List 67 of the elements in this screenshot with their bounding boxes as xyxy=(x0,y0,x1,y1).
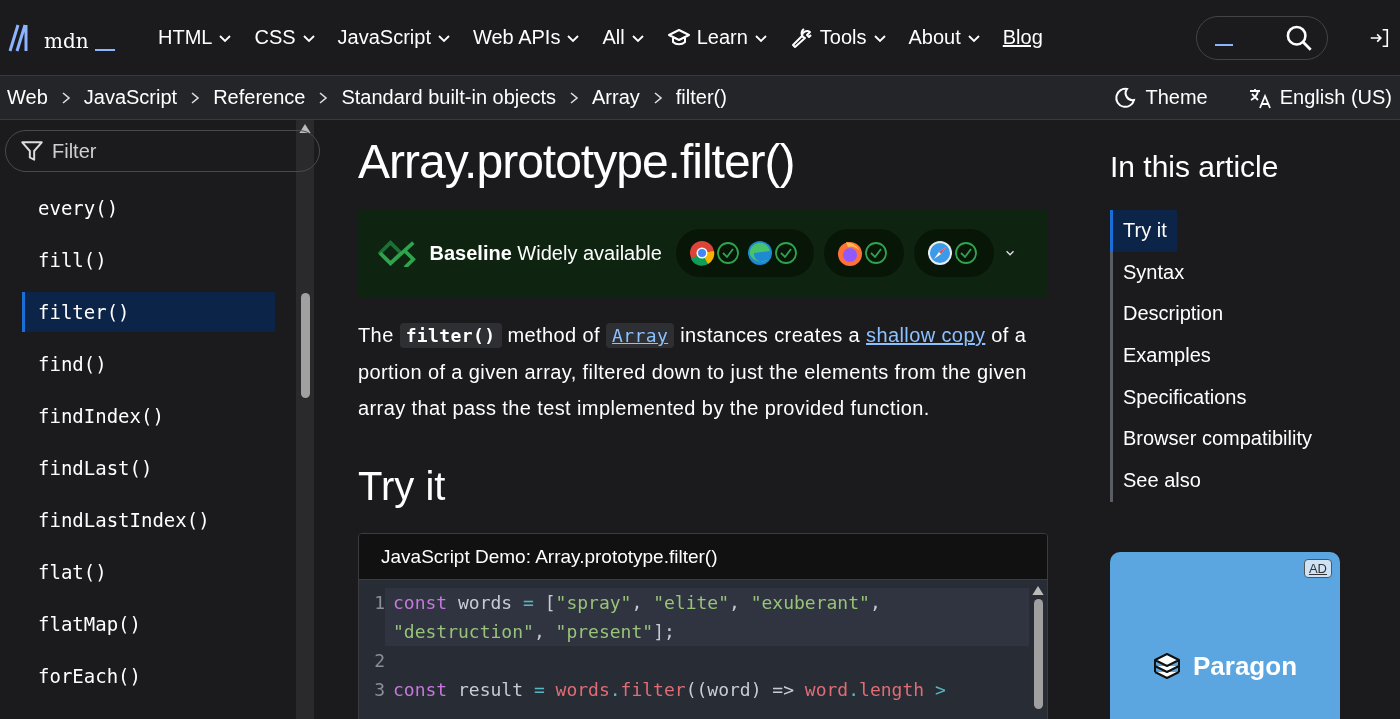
sidebar-item[interactable]: forEach() xyxy=(22,656,275,696)
nav-menu[interactable]: All xyxy=(602,26,645,49)
nav-menu[interactable]: JavaScript xyxy=(337,26,451,49)
theme-button[interactable]: Theme xyxy=(1113,85,1208,110)
line-number: 1 xyxy=(373,591,385,615)
breadcrumb-link[interactable]: Array xyxy=(592,86,640,109)
line-number: 3 xyxy=(373,678,385,702)
toc-link[interactable]: Syntax xyxy=(1110,251,1195,294)
filter-field[interactable]: Filter xyxy=(5,130,320,172)
shallow-copy-link[interactable]: shallow copy xyxy=(866,324,986,346)
description-paragraph: The filter() method of Array instances creates a shallow copy of a portion of a given array, filtered down to just the elements from the given array that pass the test implemented by the provided function. xyxy=(358,322,1028,421)
toc-link[interactable]: Specifications xyxy=(1110,376,1257,419)
scrollbar-thumb[interactable] xyxy=(1033,599,1043,709)
scroll-up-icon[interactable] xyxy=(299,124,311,133)
sidebar-item[interactable]: findLast() xyxy=(22,448,275,488)
nav-menu[interactable]: Web APIs xyxy=(472,26,581,49)
sidebar-item[interactable]: filter() xyxy=(22,292,275,332)
nav-menu[interactable]: Learn xyxy=(666,25,768,50)
ad-label: AD xyxy=(1303,558,1332,578)
chevron-icon xyxy=(317,90,330,105)
search-icon xyxy=(1285,23,1313,52)
sidebar-item[interactable]: flat() xyxy=(22,552,275,592)
ad-brand-name: Paragon xyxy=(1193,651,1297,683)
nav-link[interactable]: Blog xyxy=(1002,26,1043,49)
code-line: "destruction", "present"]; xyxy=(393,621,675,642)
breadcrumb-link[interactable]: Standard built-in objects xyxy=(341,86,556,109)
sidebar-item[interactable]: find() xyxy=(22,344,275,384)
code-line: const words = ["spray", "elite", "exuberant", xyxy=(393,592,881,613)
toc-link[interactable]: See also xyxy=(1110,460,1211,502)
sidebar-item[interactable]: every() xyxy=(22,188,275,228)
array-link[interactable]: Array xyxy=(606,323,675,348)
nav-menu[interactable]: HTML xyxy=(158,26,233,49)
demo-title: JavaScript Demo: Array.prototype.filter() xyxy=(381,545,718,568)
breadcrumb-link[interactable]: JavaScript xyxy=(83,86,178,109)
scroll-up-icon[interactable] xyxy=(1032,586,1044,595)
sidebar-item[interactable]: findIndex() xyxy=(22,396,275,436)
moon-icon xyxy=(1113,85,1138,110)
nav-menu[interactable]: About xyxy=(908,26,981,49)
toc-heading: In this article xyxy=(1110,150,1280,184)
filter-icon xyxy=(19,138,45,164)
toc-link[interactable]: Try it xyxy=(1110,210,1177,252)
code-line: const result = words.filter((word) => word.length > xyxy=(393,679,946,700)
sidebar-item[interactable]: fill() xyxy=(22,240,275,280)
toc-link[interactable]: Description xyxy=(1110,293,1234,336)
nav-menu[interactable]: Tools xyxy=(789,25,887,50)
search-button[interactable] xyxy=(1196,15,1328,60)
breadcrumb-link[interactable]: Web xyxy=(7,86,48,109)
page-title: Array.prototype.filter() xyxy=(358,134,796,189)
line-number: 2 xyxy=(373,649,385,673)
language-button[interactable]: English (US) xyxy=(1247,85,1392,110)
sidebar-item[interactable]: findLastIndex() xyxy=(22,500,275,540)
wrench-icon xyxy=(789,25,814,50)
toc-link[interactable]: Examples xyxy=(1110,335,1221,377)
breadcrumb-link[interactable]: Reference xyxy=(213,86,306,109)
baseline-status: Baseline Widely available xyxy=(429,241,662,265)
toc-link[interactable]: Browser compatibility xyxy=(1110,418,1322,461)
stacked-layers-icon xyxy=(1153,651,1181,682)
ad-banner[interactable]: AD Paragon xyxy=(1110,551,1340,719)
breadcrumb-link[interactable]: filter() xyxy=(675,86,727,109)
mdn-logo[interactable]: mdn xyxy=(8,22,158,53)
chevron-icon xyxy=(568,90,580,105)
scrollbar-thumb[interactable] xyxy=(300,293,310,398)
login-icon[interactable] xyxy=(1368,26,1390,49)
sidebar-item[interactable]: flatMap() xyxy=(22,604,275,644)
section-heading: Try it xyxy=(358,464,447,509)
nav-menu[interactable]: CSS xyxy=(254,26,316,49)
chevron-icon xyxy=(189,90,202,105)
